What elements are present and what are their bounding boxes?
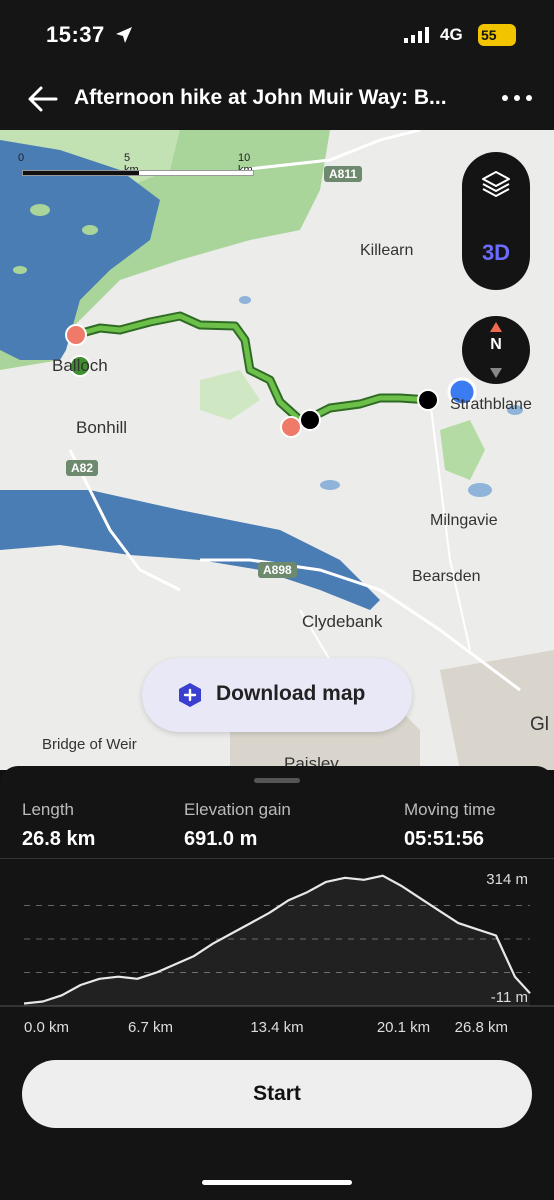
road-label-a811: A811	[324, 166, 363, 182]
download-map-label: Download map	[216, 682, 366, 705]
download-map-icon	[179, 683, 201, 707]
scale-bar	[22, 170, 254, 176]
layers-icon[interactable]	[480, 168, 512, 200]
place-bearsden: Bearsden	[412, 568, 481, 585]
page-title: Afternoon hike at John Muir Way: B...	[74, 86, 447, 109]
compass-button[interactable]: N	[462, 316, 530, 384]
toggle-3d-button[interactable]: 3D	[462, 240, 530, 266]
stat-length: Length 26.8 km	[22, 800, 95, 851]
x-tick-label-0: 0.0 km	[24, 1019, 69, 1036]
place-bridge-of-weir: Bridge of Weir	[42, 736, 137, 753]
stat-moving-time-value: 05:51:56	[404, 828, 485, 850]
compass-label: N	[490, 336, 502, 353]
header: Afternoon hike at John Muir Way: B...	[0, 80, 554, 120]
place-killearn: Killearn	[360, 242, 414, 259]
place-milngavie: Milngavie	[430, 512, 498, 529]
stat-elevation-label: Elevation gain	[184, 800, 291, 819]
elevation-chart[interactable]: 314 m -11 m 0.0 km 6.7 km 13.4 km 20.1 km 26.8…	[0, 858, 554, 1048]
road-label-a82: A82	[66, 460, 99, 476]
route-marker-end-red	[280, 416, 302, 438]
stat-elevation: Elevation gain 691.0 m	[184, 800, 291, 851]
back-arrow-icon[interactable]	[26, 84, 60, 114]
top-bar: 15:37 4G 55 Afternoon hike at John Muir …	[0, 0, 554, 130]
x-tick-label-3: 20.1 km	[377, 1019, 430, 1036]
x-tick-label-1: 6.7 km	[128, 1019, 173, 1036]
home-indicator	[202, 1180, 352, 1185]
stat-moving-time-label: Moving time	[404, 800, 496, 819]
stat-length-value: 26.8 km	[22, 828, 96, 850]
y-tick-label-min: -11 m	[491, 989, 528, 1006]
status-time: 15:37	[46, 22, 105, 47]
route-marker-start-red	[65, 324, 87, 346]
status-bar: 15:37 4G 55	[0, 22, 554, 52]
map-layer-control: 3D	[462, 152, 530, 290]
scale-label-zero: 0	[18, 152, 25, 164]
x-tick-label-2: 13.4 km	[250, 1019, 303, 1036]
route-marker-black	[299, 409, 321, 431]
sheet-handle[interactable]	[254, 778, 300, 783]
bottom-sheet: Length 26.8 km Elevation gain 691.0 m Mo…	[0, 766, 554, 1200]
route-marker-black-east	[417, 389, 439, 411]
y-tick-label-max: 314 m	[486, 871, 528, 888]
signal-icon	[404, 27, 429, 43]
download-map-button[interactable]: Download map	[142, 658, 412, 732]
battery-badge: 55	[478, 24, 516, 46]
stat-elevation-value: 691.0 m	[184, 828, 258, 850]
start-button[interactable]: Start	[22, 1060, 532, 1128]
more-options-icon[interactable]	[500, 88, 534, 108]
place-glasgow: Gl	[530, 714, 549, 735]
road-label-a898: A898	[258, 562, 297, 578]
place-strathblane: Strathblane	[450, 396, 532, 413]
stat-moving-time: Moving time 05:51:56	[404, 800, 496, 851]
network-type: 4G	[440, 25, 463, 44]
place-balloch: Balloch	[52, 356, 108, 375]
place-bonhill: Bonhill	[76, 418, 128, 437]
elevation-area	[24, 875, 530, 1006]
map-view[interactable]: 0 5 km 10 km A811 A82 A898 Killearn Ball…	[0, 130, 554, 770]
location-arrow-icon	[116, 27, 132, 43]
stat-length-label: Length	[22, 800, 74, 819]
x-tick-label-4: 26.8 km	[455, 1019, 508, 1036]
place-clydebank: Clydebank	[302, 612, 383, 631]
